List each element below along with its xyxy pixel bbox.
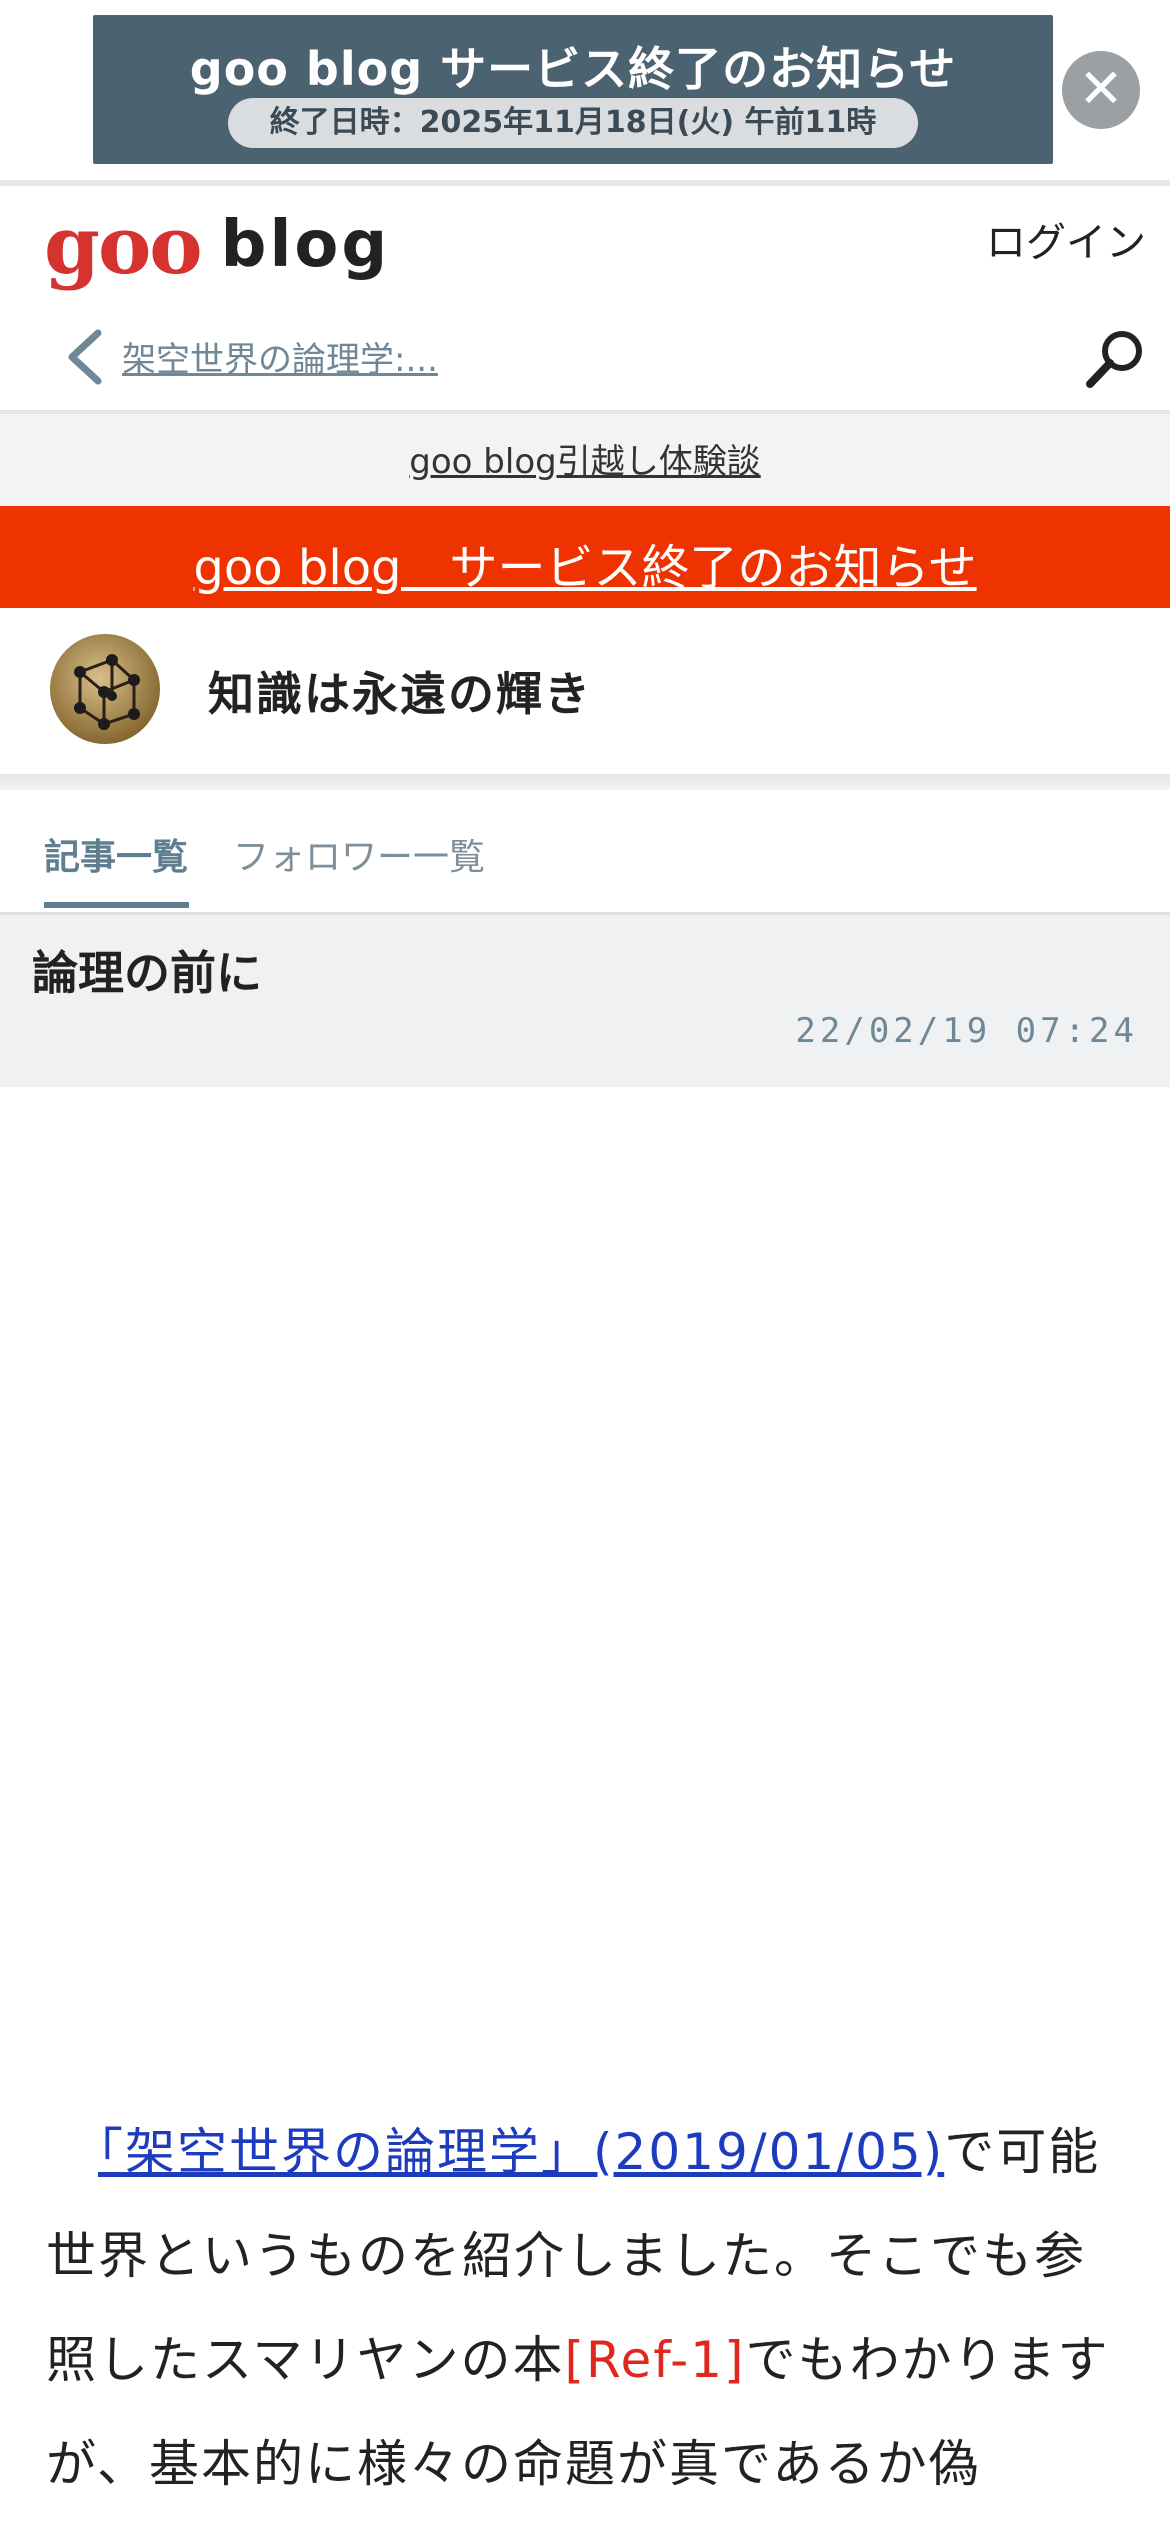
promo-area: goo blog サービス終了のお知らせ 終了日時：2025年11月18日(火)… bbox=[0, 0, 1170, 186]
login-link[interactable]: ログイン bbox=[986, 210, 1146, 268]
avatar[interactable] bbox=[50, 634, 160, 744]
logo-blog: blog bbox=[220, 208, 391, 282]
active-tab-indicator bbox=[44, 902, 189, 908]
post-date: 22/02/19 07:24 bbox=[795, 1011, 1138, 1051]
divider bbox=[0, 180, 1170, 186]
tab-followers[interactable]: フォロワー一覧 bbox=[233, 828, 485, 880]
service-end-link[interactable]: goo blog サービス終了のお知らせ bbox=[193, 528, 976, 598]
blog-title-row: 知識は永遠の輝き bbox=[0, 608, 1170, 774]
chevron-left-icon[interactable] bbox=[60, 327, 110, 387]
search-icon[interactable] bbox=[1082, 326, 1148, 392]
tab-bar: 記事一覧 フォロワー一覧 bbox=[0, 790, 1170, 915]
service-end-bar: goo blog サービス終了のお知らせ bbox=[0, 506, 1170, 608]
migration-story-link[interactable]: goo blog引越し体験談 bbox=[409, 434, 760, 483]
logo-goo: goo bbox=[44, 198, 203, 292]
promo-subtitle: 終了日時：2025年11月18日(火) 午前11時 bbox=[228, 98, 918, 148]
breadcrumb-link[interactable]: 架空世界の論理学:... bbox=[122, 332, 438, 381]
notice-strip: goo blog引越し体験談 bbox=[0, 414, 1170, 506]
tab-articles[interactable]: 記事一覧 bbox=[44, 828, 188, 880]
service-end-banner[interactable]: goo blog サービス終了のお知らせ 終了日時：2025年11月18日(火)… bbox=[93, 15, 1053, 164]
promo-title: goo blog サービス終了のお知らせ bbox=[189, 42, 957, 96]
molecule-icon bbox=[74, 654, 140, 730]
blog-title[interactable]: 知識は永遠の輝き bbox=[208, 658, 592, 724]
divider bbox=[0, 774, 1170, 790]
post-title: 論理の前に bbox=[32, 946, 262, 1000]
breadcrumb: 架空世界の論理学:... bbox=[0, 300, 1170, 410]
post-header: 論理の前に 22/02/19 07:24 bbox=[0, 915, 1170, 1087]
goo-blog-logo[interactable]: goo blog bbox=[44, 200, 390, 290]
close-icon[interactable]: ✕ bbox=[1062, 51, 1140, 129]
ref-link[interactable]: [Ref-1] bbox=[565, 2331, 746, 2389]
article-link[interactable]: 「架空世界の論理学」(2019/01/05) bbox=[98, 2123, 944, 2181]
article-body: 「架空世界の論理学」(2019/01/05)で可能世界というものを紹介しました。… bbox=[46, 2100, 1126, 2516]
